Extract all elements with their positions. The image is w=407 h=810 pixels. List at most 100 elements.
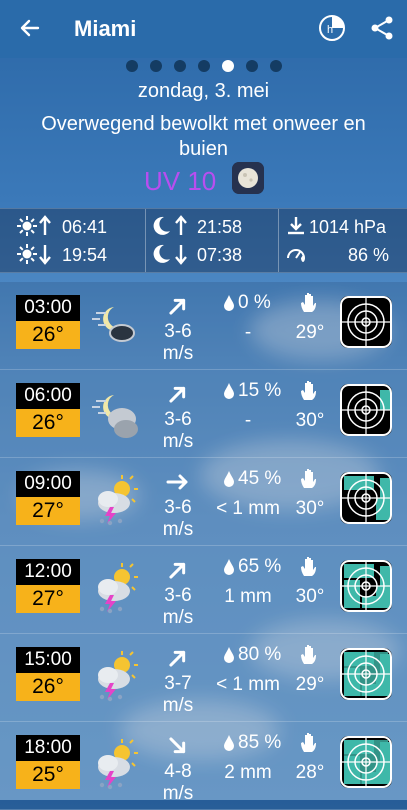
feels-like-temperature: 30° — [295, 498, 325, 519]
pressure-icon — [288, 217, 304, 235]
share-icon[interactable] — [368, 14, 396, 42]
pager-dot[interactable] — [125, 60, 138, 72]
hourly-toggle-icon[interactable]: h — [318, 14, 346, 42]
time-temp-box: 12:00 27° — [16, 559, 80, 613]
thunderstorm-sun-icon — [98, 475, 138, 526]
back-arrow-icon[interactable] — [16, 14, 44, 42]
feels-like-temperature: 30° — [295, 410, 325, 431]
wind-direction-icon — [169, 386, 186, 403]
divider — [145, 209, 146, 272]
forecast-temperature: 27° — [16, 585, 80, 613]
feels-like-hand-icon — [301, 381, 316, 400]
radar-map-icon[interactable] — [340, 560, 392, 612]
wind-speed: 3-6 — [164, 409, 192, 430]
sunset-time: 19:54 — [62, 245, 108, 265]
humidity-gauge-icon — [287, 249, 305, 262]
feels-like-hand-icon — [301, 645, 316, 664]
time-temp-box: 15:00 26° — [16, 647, 80, 701]
raindrop-icon — [224, 647, 234, 663]
radar-map-icon[interactable] — [340, 296, 392, 348]
precip-probability: 85 % — [238, 732, 282, 753]
moon-phase-icon — [232, 162, 264, 194]
sun-icon — [17, 216, 37, 236]
forecast-time: 12:00 — [16, 559, 80, 585]
sun-icon — [17, 244, 37, 264]
time-temp-box: 06:00 26° — [16, 383, 80, 437]
wind-speed: 3-6 — [164, 321, 192, 342]
forecast-temperature: 26° — [16, 409, 80, 437]
forecast-time: 03:00 — [16, 295, 80, 321]
arrow-down-icon — [175, 245, 187, 265]
pager-dot[interactable] — [197, 60, 210, 72]
moonrise-time: 21:58 — [197, 217, 243, 237]
forecast-temperature: 26° — [16, 673, 80, 701]
arrow-up-icon — [39, 215, 51, 235]
wind-unit: m/s — [162, 519, 194, 540]
feels-like-hand-icon — [301, 469, 316, 488]
arrow-up-icon — [175, 215, 187, 235]
feels-like-hand-icon — [301, 293, 316, 312]
forecast-time: 06:00 — [16, 383, 80, 409]
night-moon-cloud-icon — [92, 395, 138, 438]
precip-amount: 2 mm — [224, 762, 272, 783]
forecast-temperature: 27° — [16, 497, 80, 525]
pager-dot[interactable] — [221, 60, 234, 72]
raindrop-icon — [224, 735, 234, 751]
arrow-down-icon — [39, 245, 51, 265]
page-title: Miami — [74, 16, 137, 41]
forecast-temperature: 25° — [16, 761, 80, 789]
precip-amount: - — [244, 410, 252, 431]
radar-map-icon[interactable] — [340, 472, 392, 524]
pager-dot[interactable] — [149, 60, 162, 72]
uv-index: UV 10 — [144, 166, 217, 196]
precip-probability: 65 % — [238, 556, 282, 577]
precip-probability: 0 % — [238, 292, 271, 313]
svg-text:h: h — [327, 24, 333, 36]
raindrop-icon — [224, 471, 234, 487]
pressure-value: 1014 hPa — [309, 217, 387, 237]
forecast-row[interactable]: 12:00 27° 3-6 m/s 65 % 1 mm 30° — [0, 546, 407, 634]
feels-like-hand-icon — [301, 557, 316, 576]
time-temp-box: 18:00 25° — [16, 735, 80, 789]
feels-like-temperature: 30° — [295, 586, 325, 607]
divider — [278, 209, 279, 272]
forecast-row[interactable]: 18:00 25° 4-8 m/s 85 % 2 mm 28° — [0, 722, 407, 810]
wind-unit: m/s — [162, 431, 194, 452]
feels-like-temperature: 29° — [295, 322, 325, 343]
raindrop-icon — [224, 383, 234, 399]
feels-like-hand-icon — [301, 733, 316, 752]
forecast-row[interactable]: 09:00 27° 3-6 m/s 45 % < 1 mm 30° — [0, 458, 407, 546]
moon-icon — [153, 244, 170, 263]
pager-dot[interactable] — [173, 60, 186, 72]
thunderstorm-sun-icon — [98, 739, 138, 790]
wind-unit: m/s — [162, 607, 194, 628]
time-temp-box: 09:00 27° — [16, 471, 80, 525]
page-indicator[interactable] — [0, 60, 407, 72]
precip-probability: 80 % — [238, 644, 282, 665]
moonset-time: 07:38 — [197, 245, 243, 265]
forecast-row[interactable]: 15:00 26° 3-7 m/s 80 % < 1 mm 29° — [0, 634, 407, 722]
uv-row: UV 10 — [0, 162, 407, 196]
wind-speed: 3-6 — [164, 585, 192, 606]
sunrise-time: 06:41 — [62, 217, 108, 237]
wind-direction-icon — [169, 737, 186, 754]
radar-map-icon[interactable] — [340, 648, 392, 700]
forecast-row[interactable]: 06:00 26° 3-6 m/s 15 % - 30° — [0, 370, 407, 458]
precip-probability: 45 % — [238, 468, 282, 489]
thunderstorm-sun-icon — [98, 563, 138, 614]
top-app-bar: Miami h — [0, 0, 407, 58]
forecast-row[interactable]: 03:00 26° 3-6 m/s 0 % - 29° — [0, 282, 407, 370]
wind-direction-icon — [169, 650, 186, 667]
precip-amount: < 1 mm — [216, 498, 280, 519]
wind-unit: m/s — [162, 783, 194, 804]
pager-dot[interactable] — [245, 60, 258, 72]
time-temp-box: 03:00 26° — [16, 295, 80, 349]
radar-map-icon[interactable] — [340, 736, 392, 788]
wind-direction-icon — [169, 298, 186, 315]
precip-amount: < 1 mm — [216, 674, 280, 695]
forecast-date: zondag, 3. mei — [137, 80, 270, 102]
thunderstorm-sun-icon — [98, 651, 138, 702]
wind-unit: m/s — [162, 343, 194, 364]
pager-dot[interactable] — [269, 60, 282, 72]
radar-map-icon[interactable] — [340, 384, 392, 436]
